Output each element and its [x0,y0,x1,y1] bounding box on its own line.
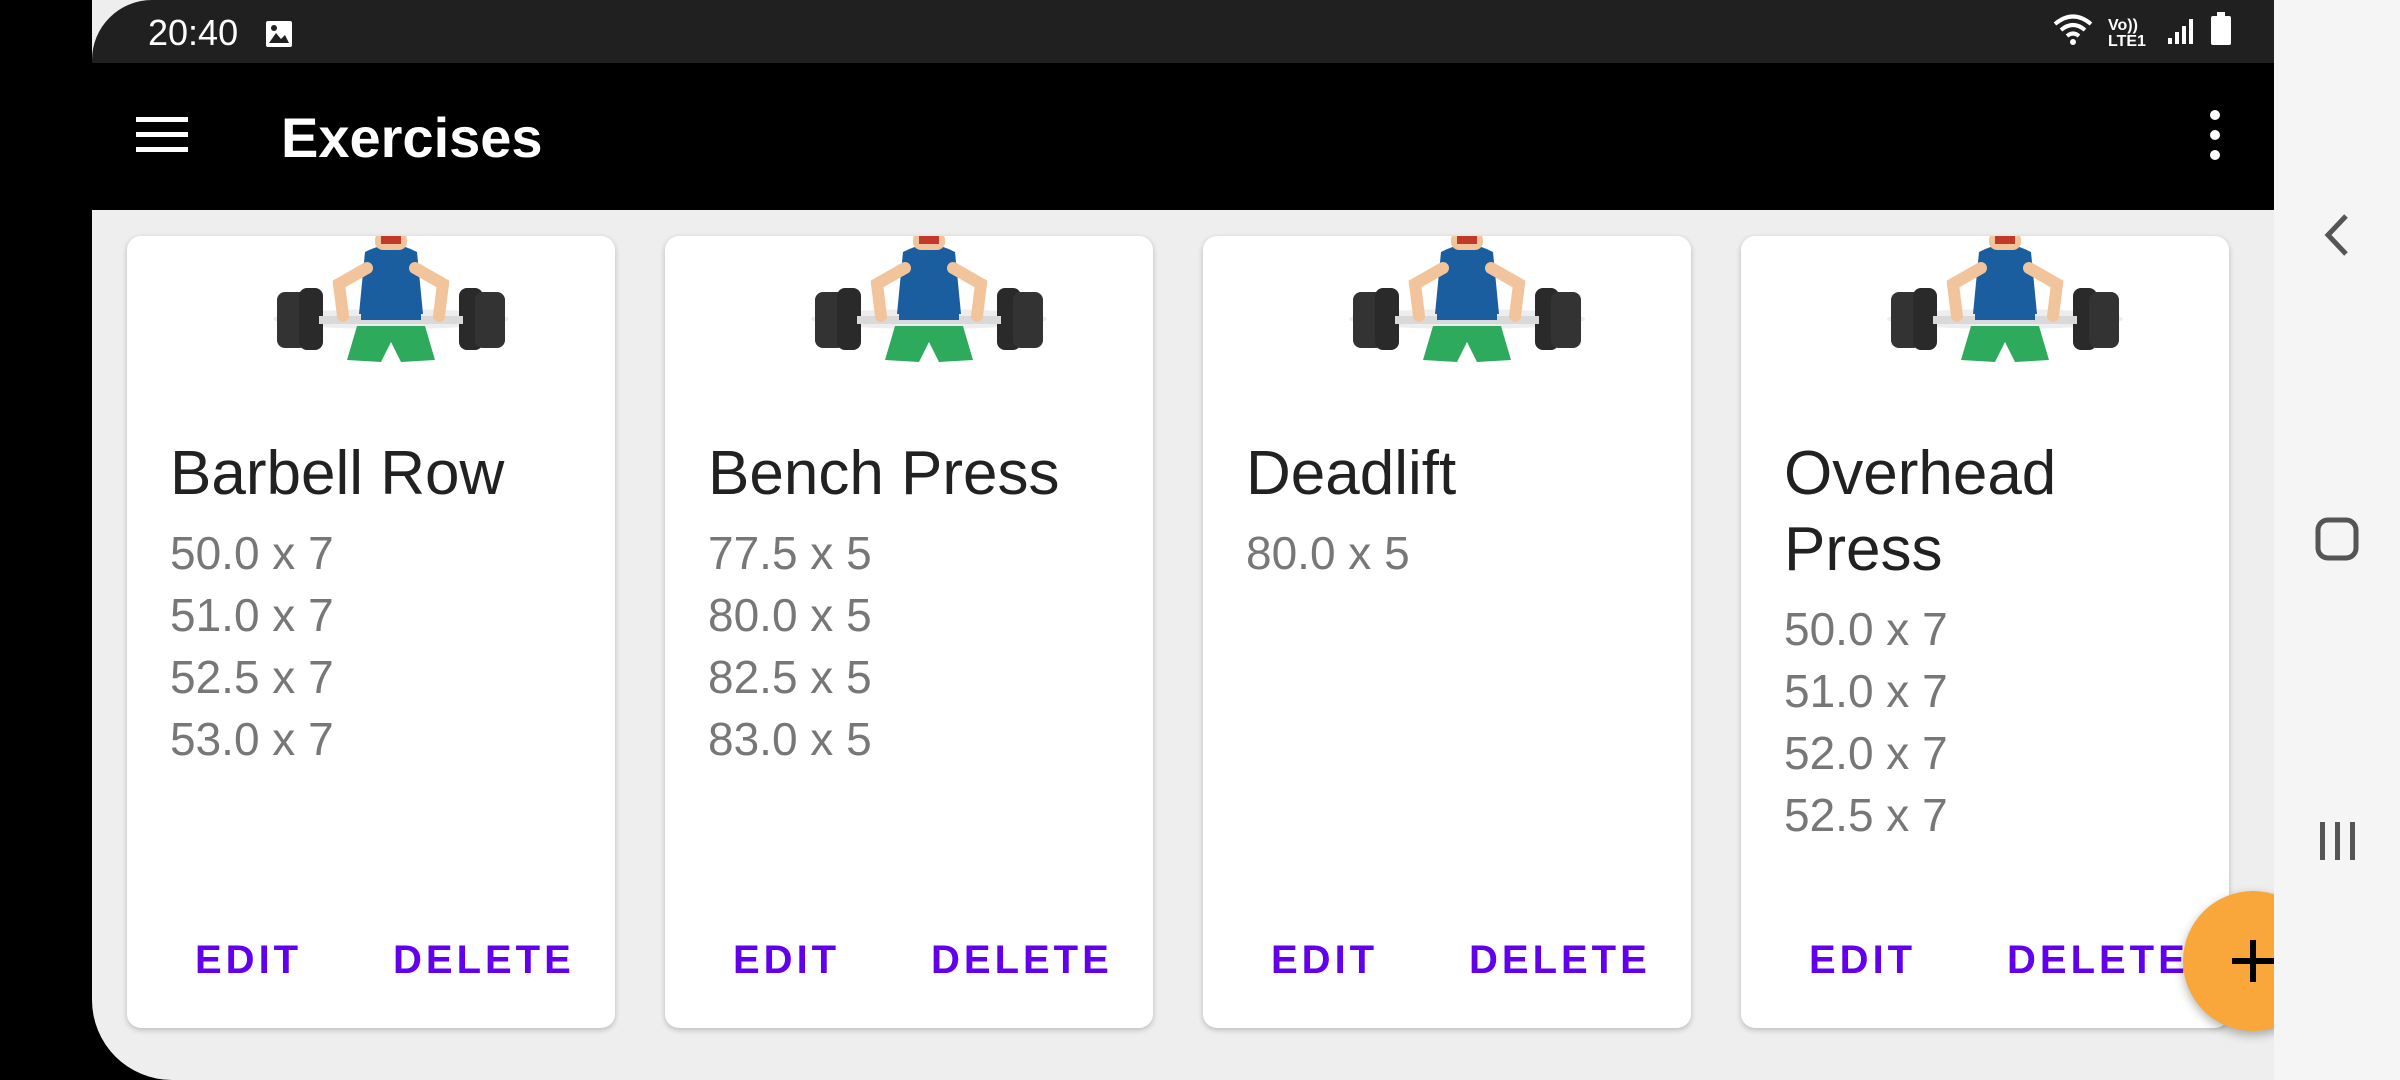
set-entry: 82.5 x 5 [708,651,872,703]
page-title: Exercises [281,106,543,169]
hamburger-menu-icon[interactable] [136,115,188,155]
set-entry: 52.5 x 7 [170,651,334,703]
weightlifter-illustration-icon [1345,236,1589,375]
edit-button[interactable]: EDIT [195,938,302,983]
plus-icon [2232,940,2274,982]
edit-button[interactable]: EDIT [733,938,840,983]
screen: 20:40 Vo)) LTE1 Exercises Barbell Row 50… [0,0,2274,1080]
exercise-card-list: Barbell Row 50.0 x 7 51.0 x 7 52.5 x 7 53.0 … [127,236,2229,1028]
set-entry: 52.0 x 7 [1784,727,1948,779]
exercise-name: Barbell Row [170,439,505,508]
app-panel: 20:40 Vo)) LTE1 Exercises Barbell Row 50… [92,0,2274,1080]
weightlifter-illustration-icon [1883,236,2127,375]
card-actions: EDIT DELETE [1203,938,1691,998]
delete-button[interactable]: DELETE [1469,938,1651,983]
exercise-sets: 77.5 x 5 80.0 x 5 82.5 x 5 83.0 x 5 [708,522,1128,770]
delete-button[interactable]: DELETE [2007,938,2189,983]
weightlifter-illustration-icon [269,236,513,375]
home-icon[interactable] [2304,506,2370,572]
battery-icon [2210,12,2232,55]
exercise-sets: 50.0 x 7 51.0 x 7 52.5 x 7 53.0 x 7 [170,522,590,770]
status-bar: 20:40 Vo)) LTE1 [92,0,2274,63]
exercise-card: Barbell Row 50.0 x 7 51.0 x 7 52.5 x 7 53.0 … [127,236,615,1028]
card-actions: EDIT DELETE [127,938,615,998]
exercise-name: Bench Press [708,439,1060,508]
app-bar: Exercises [92,63,2274,210]
weightlifter-illustration-icon [807,236,1051,375]
set-entry: 80.0 x 5 [1246,527,1410,579]
system-nav-bar [2274,0,2400,1080]
set-entry: 52.5 x 7 [1784,789,1948,841]
exercise-name: Overhead Press [1784,439,2057,584]
signal-icon [2166,13,2196,55]
exercise-card: Bench Press 77.5 x 5 80.0 x 5 82.5 x 5 83.0 … [665,236,1153,1028]
delete-button[interactable]: DELETE [931,938,1113,983]
wifi-icon [2052,12,2094,55]
set-entry: 51.0 x 7 [170,589,334,641]
set-entry: 83.0 x 5 [708,713,872,765]
set-entry: 80.0 x 5 [708,589,872,641]
card-actions: EDIT DELETE [1741,938,2229,998]
recents-icon[interactable] [2304,808,2370,874]
exercise-sets: 50.0 x 7 51.0 x 7 52.0 x 7 52.5 x 7 [1784,598,2204,846]
delete-button[interactable]: DELETE [393,938,575,983]
edit-button[interactable]: EDIT [1809,938,1916,983]
set-entry: 77.5 x 5 [708,527,872,579]
exercise-card: Deadlift 80.0 x 5 EDIT DELETE [1203,236,1691,1028]
status-icons: Vo)) LTE1 [2052,12,2232,55]
edit-button[interactable]: EDIT [1271,938,1378,983]
more-options-icon[interactable] [2200,105,2230,165]
status-time: 20:40 [148,12,239,53]
exercise-card: Overhead Press 50.0 x 7 51.0 x 7 52.0 x 7 52… [1741,236,2229,1028]
set-entry: 53.0 x 7 [170,713,334,765]
set-entry: 50.0 x 7 [170,527,334,579]
network-type-label: Vo)) LTE1 [2108,16,2146,50]
exercise-name: Deadlift [1246,439,1457,508]
card-actions: EDIT DELETE [665,938,1153,998]
exercise-sets: 80.0 x 5 [1246,522,1666,584]
image-notification-icon [264,16,294,58]
back-icon[interactable] [2304,202,2370,268]
set-entry: 51.0 x 7 [1784,665,1948,717]
set-entry: 50.0 x 7 [1784,603,1948,655]
